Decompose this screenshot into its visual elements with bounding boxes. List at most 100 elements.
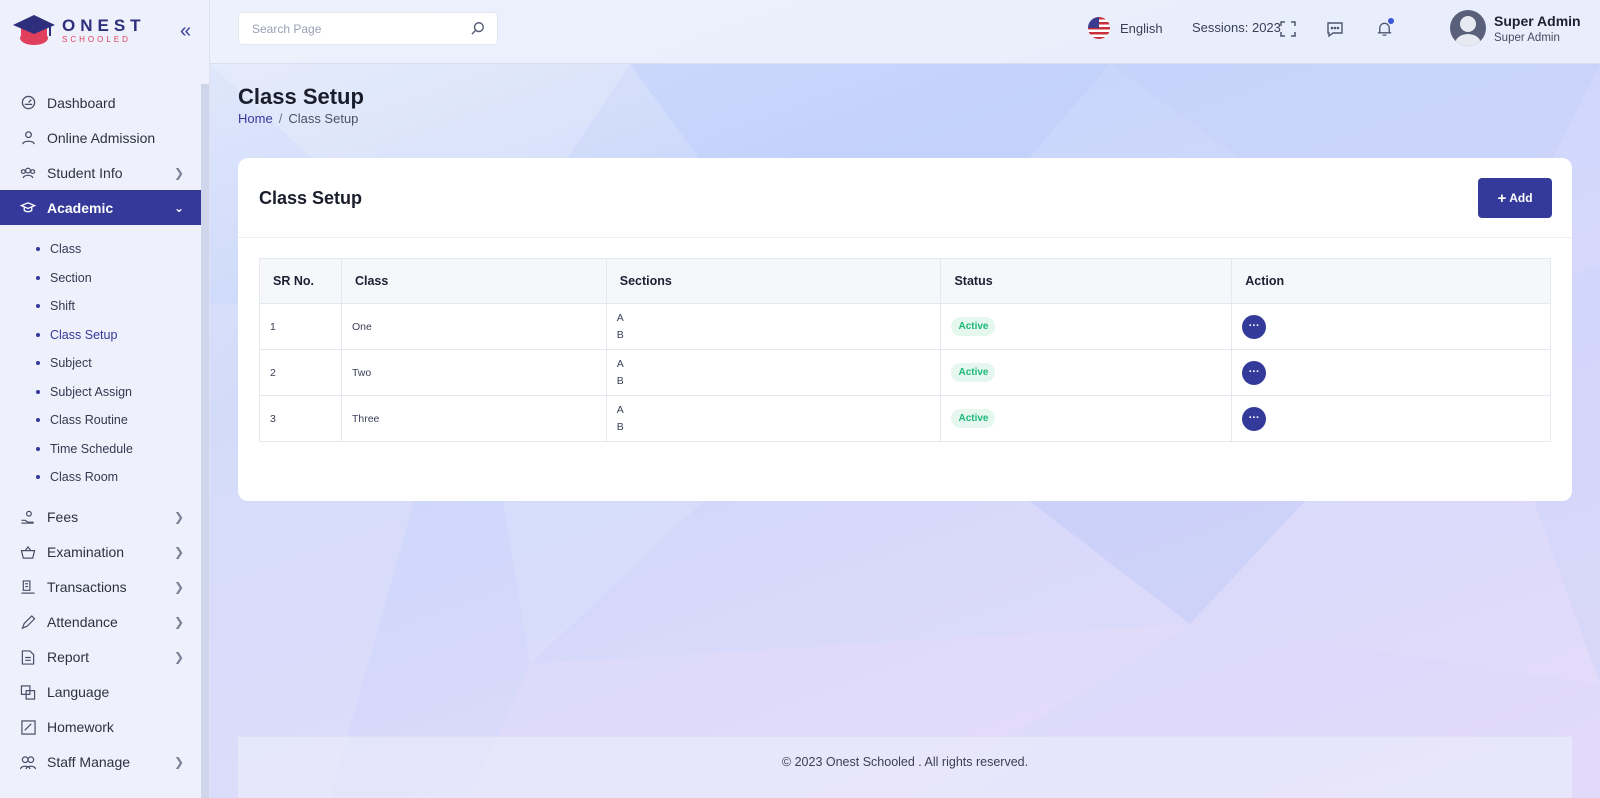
submenu-item-label: Time Schedule	[50, 441, 133, 456]
sidebar-item-label: Academic	[47, 199, 114, 216]
sidebar-item-staff-manage[interactable]: Staff Manage ❯	[0, 745, 202, 780]
breadcrumb-current: Class Setup	[288, 111, 359, 126]
column-header-action: Action	[1231, 258, 1551, 304]
sidebar-item-attendance[interactable]: Attendance ❯	[0, 605, 202, 640]
language-label: English	[1120, 20, 1163, 36]
message-icon[interactable]	[1324, 18, 1346, 40]
bullet-icon	[36, 247, 40, 252]
bullet-icon	[36, 389, 40, 394]
section-label: B	[616, 374, 624, 387]
user-menu[interactable]: Super Admin Super Admin	[1450, 10, 1581, 46]
sidebar-item-examination[interactable]: Examination ❯	[0, 535, 202, 570]
avatar	[1450, 10, 1486, 46]
cell-class: Three	[340, 395, 607, 442]
status-badge: Active	[951, 363, 996, 382]
row-action-menu-button[interactable]: ···	[1242, 314, 1267, 339]
brand-logo[interactable]: ONEST SCHOOLED	[12, 12, 146, 48]
sidebar-item-label: Examination	[47, 544, 125, 560]
breadcrumb-home-link[interactable]: Home	[238, 111, 273, 126]
add-button-label: Add	[1509, 191, 1533, 205]
submenu-item-label: Subject Assign	[50, 384, 132, 399]
session-selector[interactable]: Sessions: 2023	[1192, 20, 1281, 35]
column-header-sr-no: SR No.	[259, 258, 342, 304]
sidebar-item-language[interactable]: Language	[0, 675, 202, 710]
sidebar-scrollbar[interactable]	[201, 84, 209, 798]
table-row: 1 One A B Active ···	[259, 303, 1551, 350]
cell-status: Active	[940, 349, 1233, 396]
cell-sr-no: 1	[259, 303, 342, 350]
bullet-icon	[36, 332, 40, 337]
status-badge: Active	[951, 409, 996, 428]
bullet-icon	[36, 475, 40, 480]
hand-coin-icon	[20, 509, 36, 525]
cell-class: Two	[340, 349, 607, 396]
column-header-status: Status	[940, 258, 1233, 304]
chevron-right-icon: ❯	[173, 580, 184, 594]
sidebar-item-homework[interactable]: Homework	[0, 710, 202, 745]
page-title: Class Setup	[238, 84, 364, 109]
collapse-sidebar-icon[interactable]: «	[180, 20, 191, 43]
sidebar-item-academic[interactable]: Academic ⌄	[0, 190, 202, 225]
report-icon	[20, 649, 36, 665]
cell-action: ···	[1231, 303, 1551, 350]
sidebar-item-dashboard[interactable]: Dashboard	[0, 85, 202, 120]
bell-icon[interactable]	[1373, 18, 1395, 40]
section-label: A	[616, 403, 624, 416]
submenu-item-class-setup[interactable]: Class Setup	[0, 321, 202, 350]
search-input[interactable]	[239, 13, 459, 44]
bullet-icon	[36, 361, 40, 366]
sidebar-item-label: Report	[47, 649, 90, 665]
column-header-class: Class	[340, 258, 607, 304]
submenu-item-class-routine[interactable]: Class Routine	[0, 406, 202, 435]
sidebar-item-student-info[interactable]: Student Info ❯	[0, 155, 202, 190]
submenu-item-label: Subject	[50, 356, 92, 371]
chevron-down-icon: ⌄	[173, 200, 184, 215]
user-icon	[20, 130, 36, 146]
breadcrumb: Home / Class Setup	[238, 111, 358, 126]
row-action-menu-button[interactable]: ···	[1242, 406, 1267, 431]
search-icon[interactable]	[471, 21, 485, 38]
dashboard-icon	[20, 95, 36, 111]
sidebar-item-label: Dashboard	[47, 94, 116, 111]
submenu-item-subject-assign[interactable]: Subject Assign	[0, 378, 202, 407]
chevron-right-icon: ❯	[173, 510, 184, 524]
submenu-item-shift[interactable]: Shift	[0, 292, 202, 321]
copyright-text: © 2023 Onest Schooled . All rights reser…	[781, 755, 1029, 769]
submenu-item-time-schedule[interactable]: Time Schedule	[0, 435, 202, 464]
sidebar-item-report[interactable]: Report ❯	[0, 640, 202, 675]
table-row: 2 Two A B Active ···	[259, 349, 1551, 396]
chevron-right-icon: ❯	[173, 615, 184, 629]
brand-name: ONEST	[62, 15, 146, 35]
main-content: Class Setup Home / Class Setup Class Setup…	[210, 64, 1600, 798]
submenu-item-section[interactable]: Section	[0, 264, 202, 293]
cell-status: Active	[940, 303, 1233, 350]
cell-action: ···	[1231, 395, 1551, 442]
academic-submenu: Class Section Shift Class Setup Subject …	[0, 225, 202, 500]
cell-sr-no: 2	[259, 349, 342, 396]
submenu-item-subject[interactable]: Subject	[0, 349, 202, 378]
section-label: B	[616, 328, 624, 341]
topbar: English Sessions: 2023 Super Admin Super…	[210, 0, 1600, 64]
submenu-item-class-room[interactable]: Class Room	[0, 463, 202, 492]
language-selector[interactable]: English	[1088, 17, 1163, 39]
user-role: Super Admin	[1494, 31, 1560, 44]
cell-action: ···	[1231, 349, 1551, 396]
status-badge: Active	[951, 317, 996, 336]
sidebar-item-fees[interactable]: Fees ❯	[0, 500, 202, 535]
students-icon	[20, 165, 36, 181]
chevron-right-icon: ❯	[173, 650, 184, 664]
homework-icon	[20, 719, 36, 735]
cell-sections: A B	[605, 349, 942, 396]
fullscreen-icon[interactable]	[1277, 18, 1299, 40]
sidebar-item-transactions[interactable]: Transactions ❯	[0, 570, 202, 605]
row-action-menu-button[interactable]: ···	[1242, 360, 1267, 385]
sidebar-item-online-admission[interactable]: Online Admission	[0, 120, 202, 155]
submenu-item-label: Class	[50, 242, 82, 257]
chevron-right-icon: ❯	[173, 755, 184, 769]
submenu-item-class[interactable]: Class	[0, 235, 202, 264]
bullet-icon	[36, 418, 40, 423]
chevron-right-icon: ❯	[173, 545, 184, 559]
breadcrumb-separator: /	[278, 111, 283, 126]
add-button[interactable]: + Add	[1478, 178, 1552, 218]
cell-status: Active	[940, 395, 1233, 442]
